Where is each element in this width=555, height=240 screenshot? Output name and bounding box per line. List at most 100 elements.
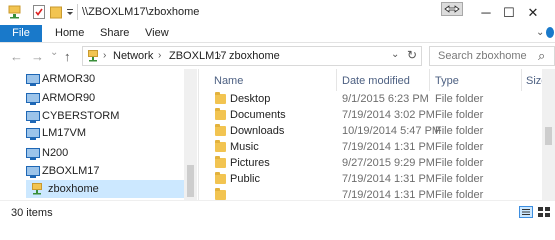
file-type: File folder [435, 93, 484, 105]
table-row[interactable]: 7/19/2014 1:31 PM File folder [199, 188, 539, 200]
computer-icon [26, 74, 40, 86]
tree-item-label: ZBOXLM17 [42, 165, 100, 177]
tree-item-armor90[interactable]: ARMOR90 [0, 90, 184, 106]
tree-item-label: zboxhome [48, 183, 99, 195]
recent-locations-icon[interactable]: ⌄ [50, 47, 58, 58]
breadcrumb-separator[interactable]: › [158, 50, 161, 61]
network-drive-icon [8, 5, 21, 19]
tree-item-label: CYBERSTORM [42, 110, 120, 122]
nav-scrollbar[interactable] [184, 69, 197, 200]
column-divider[interactable] [336, 69, 337, 91]
file-type: File folder [435, 109, 484, 121]
ribbon-tabs: File Home Share View ⌄ [0, 25, 555, 43]
file-date: 10/19/2014 5:47 PM [342, 125, 442, 137]
folder-icon [215, 172, 226, 184]
computer-icon [26, 148, 40, 160]
folder-icon [215, 108, 226, 120]
table-row[interactable]: Public 7/19/2014 1:31 PM File folder [199, 172, 539, 188]
breadcrumb-network[interactable]: Network [113, 50, 153, 62]
table-row[interactable]: Pictures 9/27/2015 9:29 PM File folder [199, 156, 539, 172]
network-drive-icon [88, 50, 98, 65]
address-row: ← → ⌄ ↑ › Network › ZBOXLM17 › zboxhome … [0, 43, 555, 69]
tree-item-n200[interactable]: N200 [0, 145, 184, 161]
table-row[interactable]: Documents 7/19/2014 3:02 PM File folder [199, 108, 539, 124]
folder-icon [215, 124, 226, 136]
file-name: Documents [230, 109, 286, 121]
tree-item-armor30[interactable]: ARMOR30 [0, 71, 184, 87]
content-scrollbar[interactable] [542, 69, 555, 200]
file-type: File folder [435, 141, 484, 153]
tree-item-label: ARMOR90 [42, 92, 96, 104]
breadcrumb-separator[interactable]: › [218, 50, 221, 61]
file-date: 7/19/2014 3:02 PM [342, 109, 435, 121]
column-divider[interactable] [521, 69, 522, 91]
tree-item-label: N200 [42, 147, 69, 159]
tree-item-label: LM17VM [42, 127, 87, 139]
file-type: File folder [435, 125, 484, 137]
scroll-thumb[interactable] [187, 165, 194, 197]
large-icons-view-icon[interactable] [537, 206, 551, 218]
file-tab[interactable]: File [0, 25, 42, 42]
address-bar[interactable]: › Network › ZBOXLM17 › zboxhome ⌄ ↻ [82, 46, 422, 66]
tab-share[interactable]: Share [100, 25, 129, 42]
table-row[interactable]: Downloads 10/19/2014 5:47 PM File folder [199, 124, 539, 140]
column-header-date[interactable]: Date modified [342, 75, 410, 87]
title-separator [77, 4, 78, 20]
folder-icon [215, 92, 226, 104]
status-bar: 30 items [0, 200, 555, 224]
tab-view[interactable]: View [145, 25, 169, 42]
forward-icon[interactable]: → [31, 49, 44, 64]
customize-toolbar-icon[interactable] [66, 5, 74, 19]
properties-icon[interactable] [33, 5, 45, 19]
file-type: File folder [435, 157, 484, 169]
refresh-icon[interactable]: ↻ [407, 48, 417, 62]
up-icon[interactable]: ↑ [64, 49, 71, 64]
details-view-icon[interactable] [519, 206, 533, 218]
tree-item-label: ARMOR30 [42, 73, 96, 85]
column-divider[interactable] [429, 69, 430, 91]
computer-icon [26, 128, 40, 140]
resize-cursor [441, 2, 463, 16]
file-date: 7/19/2014 1:31 PM [342, 189, 435, 200]
file-type: File folder [435, 189, 484, 200]
expand-ribbon-icon[interactable]: ⌄ [536, 27, 544, 38]
computer-icon [26, 93, 40, 105]
file-date: 9/1/2015 6:23 PM [342, 93, 429, 105]
table-row[interactable]: Music 7/19/2014 1:31 PM File folder [199, 140, 539, 156]
address-history-icon[interactable]: ⌄ [391, 49, 399, 60]
folder-icon [215, 140, 226, 152]
window-title: \\ZBOXLM17\zboxhome [82, 6, 200, 18]
column-header-type[interactable]: Type [435, 75, 459, 87]
tab-home[interactable]: Home [55, 25, 84, 42]
folder-icon [215, 188, 226, 200]
search-icon[interactable]: ⌕ [538, 48, 545, 64]
file-type: File folder [435, 173, 484, 185]
item-count: 30 items [11, 207, 53, 219]
column-header-name[interactable]: Name [214, 75, 243, 87]
table-row[interactable]: Desktop 9/1/2015 6:23 PM File folder [199, 92, 539, 108]
tree-item-zboxlm17[interactable]: ZBOXLM17 [0, 163, 184, 179]
file-name: Music [230, 141, 259, 153]
computer-icon [26, 166, 40, 178]
search-box[interactable]: Search zboxhome ⌕ [429, 46, 555, 66]
title-bar: \\ZBOXLM17\zboxhome ─ ☐ ✕ [0, 0, 555, 25]
breadcrumb-separator[interactable]: › [103, 50, 106, 61]
back-icon[interactable]: ← [10, 49, 23, 64]
scroll-thumb[interactable] [545, 127, 552, 145]
tree-item-zboxhome[interactable]: zboxhome [26, 180, 184, 198]
computer-icon [26, 111, 40, 123]
file-name: Public [230, 173, 260, 185]
file-name: Pictures [230, 157, 270, 169]
help-icon[interactable] [546, 27, 554, 38]
breadcrumb-zboxhome[interactable]: zboxhome [229, 50, 280, 62]
file-date: 9/27/2015 9:29 PM [342, 157, 435, 169]
close-button[interactable]: ✕ [510, 0, 555, 25]
file-list: Name Date modified Type Size Desktop 9/1… [198, 69, 555, 200]
file-date: 7/19/2014 1:31 PM [342, 173, 435, 185]
file-name: Downloads [230, 125, 285, 137]
folder-icon [215, 156, 226, 168]
new-folder-icon[interactable] [50, 5, 62, 19]
tree-item-lm17vm[interactable]: LM17VM [0, 125, 184, 141]
tree-item-cyberstorm[interactable]: CYBERSTORM [0, 108, 184, 124]
network-share-icon [32, 183, 42, 198]
